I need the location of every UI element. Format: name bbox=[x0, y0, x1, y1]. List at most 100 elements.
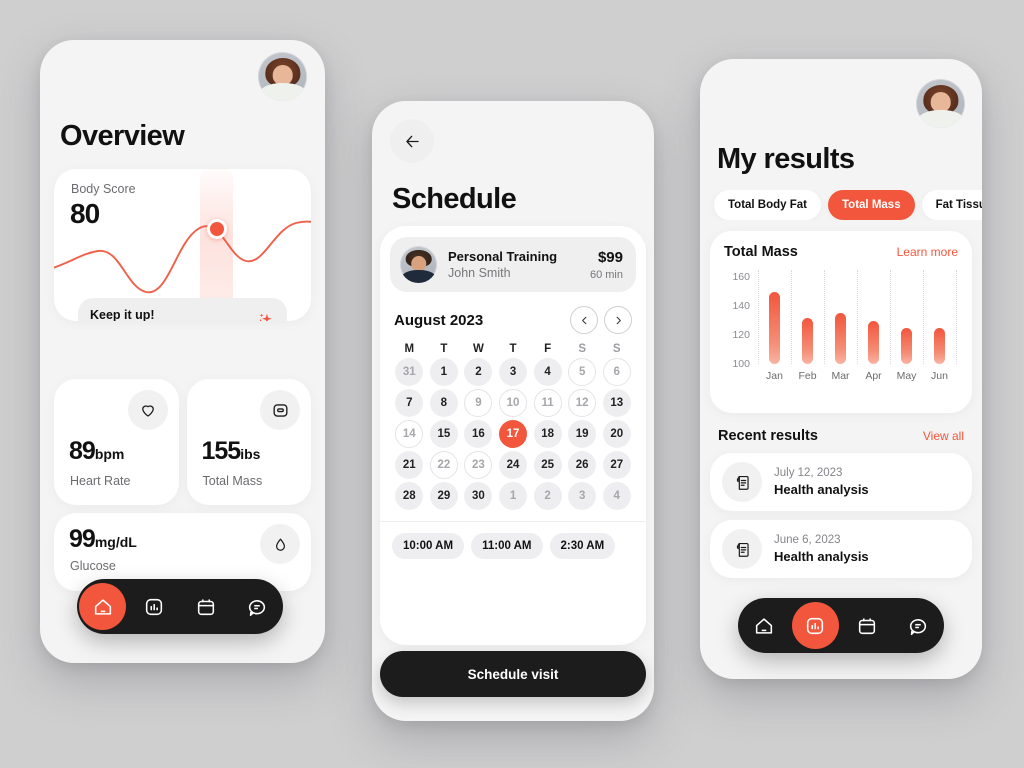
calendar-day[interactable]: 30 bbox=[464, 482, 493, 510]
chart-x-tick: Mar bbox=[831, 370, 850, 382]
calendar-day[interactable]: 23 bbox=[464, 451, 493, 479]
calendar-cell: 13 bbox=[599, 389, 634, 417]
calendar-cell: 20 bbox=[599, 420, 634, 448]
back-button[interactable] bbox=[390, 119, 434, 163]
calendar-next-button[interactable] bbox=[604, 306, 632, 334]
nav-item-stats[interactable] bbox=[790, 598, 842, 653]
nav-item-chat[interactable] bbox=[232, 579, 284, 634]
chevron-right-icon bbox=[616, 316, 621, 324]
calendar-day[interactable]: 21 bbox=[395, 451, 424, 479]
calendar-day[interactable]: 19 bbox=[568, 420, 597, 448]
chart-bar-column bbox=[890, 270, 923, 364]
chart-x-tick: Apr bbox=[865, 370, 882, 382]
stat-card-heart-rate[interactable]: 89bpm Heart Rate bbox=[54, 379, 179, 505]
time-slot[interactable]: 2:30 AM bbox=[549, 533, 616, 559]
calendar-day[interactable]: 15 bbox=[429, 420, 458, 448]
calendar-weekday: W bbox=[473, 343, 484, 355]
calendar-month-label: August 2023 bbox=[394, 311, 484, 329]
nav-item-home[interactable] bbox=[738, 598, 790, 653]
calendar-day[interactable]: 20 bbox=[602, 420, 631, 448]
calendar-week: 7 8 9 10 11 12 13 bbox=[392, 389, 634, 417]
learn-more-link[interactable]: Learn more bbox=[897, 245, 958, 259]
calendar-day[interactable]: 1 bbox=[499, 482, 528, 510]
heart-rate-value: 89 bbox=[69, 437, 96, 465]
chart-bar-jun[interactable] bbox=[934, 327, 945, 364]
trainer-name: John Smith bbox=[448, 266, 511, 280]
calendar-day[interactable]: 25 bbox=[533, 451, 562, 479]
calendar-day[interactable]: 2 bbox=[533, 482, 562, 510]
body-score-card[interactable]: Body Score 80 Keep it up! Your Body Scor… bbox=[54, 169, 311, 321]
schedule-visit-button[interactable]: Schedule visit bbox=[380, 651, 646, 697]
result-date: June 6, 2023 bbox=[774, 534, 841, 546]
chart-x-tick: May bbox=[896, 370, 917, 382]
avatar[interactable] bbox=[258, 52, 307, 101]
calendar-week: 28 29 30 1 2 3 4 bbox=[392, 482, 634, 510]
calendar-day[interactable]: 13 bbox=[602, 389, 631, 417]
result-item[interactable]: June 6, 2023 Health analysis bbox=[710, 520, 972, 578]
calendar-day[interactable]: 3 bbox=[568, 482, 597, 510]
stat-card-total-mass[interactable]: 155ibs Total Mass bbox=[186, 379, 311, 505]
glucose-unit: mg/dL bbox=[94, 534, 137, 550]
chart-bar-may[interactable] bbox=[901, 327, 912, 364]
calendar-cell: 10 bbox=[496, 389, 531, 417]
calendar-day[interactable]: 3 bbox=[499, 358, 528, 386]
calendar-day[interactable]: 14 bbox=[395, 420, 424, 448]
time-slot[interactable]: 10:00 AM bbox=[392, 533, 465, 559]
chart-bar-feb[interactable] bbox=[802, 317, 813, 364]
calendar-day[interactable]: 1 bbox=[429, 358, 458, 386]
calendar-prev-button[interactable] bbox=[570, 306, 598, 334]
calendar-day[interactable]: 24 bbox=[499, 451, 528, 479]
tip-title: Keep it up! bbox=[90, 308, 155, 321]
metric-tab-total-body-fat[interactable]: Total Body Fat bbox=[714, 190, 822, 220]
calendar-day[interactable]: 12 bbox=[568, 389, 597, 417]
bottom-nav bbox=[77, 579, 283, 634]
nav-item-chat[interactable] bbox=[893, 598, 945, 653]
calendar-day[interactable]: 31 bbox=[395, 358, 424, 386]
calendar-day[interactable]: 29 bbox=[429, 482, 458, 510]
calendar-day[interactable]: 6 bbox=[602, 358, 631, 386]
metric-tab-total-mass[interactable]: Total Mass bbox=[828, 190, 915, 220]
nav-item-calendar[interactable] bbox=[841, 598, 893, 653]
calendar-icon bbox=[197, 598, 214, 615]
total-mass-caption: Total Mass bbox=[202, 474, 263, 488]
trainer-card[interactable]: Personal Training John Smith $99 60 min bbox=[390, 237, 636, 292]
calendar-cell: 3 bbox=[496, 358, 531, 386]
time-slot-row: 10:00 AM 11:00 AM 2:30 AM bbox=[380, 522, 646, 559]
calendar-day[interactable]: 28 bbox=[395, 482, 424, 510]
time-slot[interactable]: 11:00 AM bbox=[471, 533, 543, 559]
calendar-day[interactable]: 9 bbox=[464, 389, 493, 417]
trainer-price: $99 bbox=[597, 248, 623, 266]
calendar-day-selected[interactable]: 17 bbox=[499, 420, 528, 448]
nav-item-calendar[interactable] bbox=[180, 579, 232, 634]
body-score-value: 80 bbox=[70, 198, 100, 229]
nav-item-home[interactable] bbox=[77, 579, 129, 634]
trainer-info: Personal Training John Smith bbox=[448, 249, 590, 280]
calendar-week: 21 22 23 24 25 26 27 bbox=[392, 451, 634, 479]
avatar[interactable] bbox=[916, 79, 965, 128]
metric-tab-fat-tissue[interactable]: Fat Tissue bbox=[921, 190, 982, 220]
calendar-cell: 31 bbox=[392, 358, 427, 386]
result-item[interactable]: July 12, 2023 Health analysis bbox=[710, 453, 972, 511]
calendar-day[interactable]: 22 bbox=[429, 451, 458, 479]
calendar-day[interactable]: 5 bbox=[568, 358, 597, 386]
view-all-link[interactable]: View all bbox=[923, 429, 964, 443]
calendar-icon bbox=[858, 617, 875, 634]
calendar-day[interactable]: 11 bbox=[533, 389, 562, 417]
calendar-day[interactable]: 4 bbox=[533, 358, 562, 386]
calendar-day[interactable]: 27 bbox=[602, 451, 631, 479]
nav-item-stats[interactable] bbox=[129, 579, 181, 634]
chart-bar-mar[interactable] bbox=[835, 313, 846, 364]
calendar-cell: 27 bbox=[599, 451, 634, 479]
calendar-day[interactable]: 8 bbox=[429, 389, 458, 417]
chart-gridline bbox=[956, 270, 957, 364]
calendar-day[interactable]: 16 bbox=[464, 420, 493, 448]
calendar-day[interactable]: 7 bbox=[395, 389, 424, 417]
calendar-day[interactable]: 18 bbox=[533, 420, 562, 448]
chart-bar-jan[interactable] bbox=[769, 291, 780, 364]
chart-bar-apr[interactable] bbox=[868, 320, 879, 364]
calendar-day[interactable]: 26 bbox=[568, 451, 597, 479]
calendar-day[interactable]: 2 bbox=[464, 358, 493, 386]
calendar-day[interactable]: 4 bbox=[602, 482, 631, 510]
calendar-day[interactable]: 10 bbox=[499, 389, 528, 417]
arrow-left-icon bbox=[405, 135, 419, 147]
